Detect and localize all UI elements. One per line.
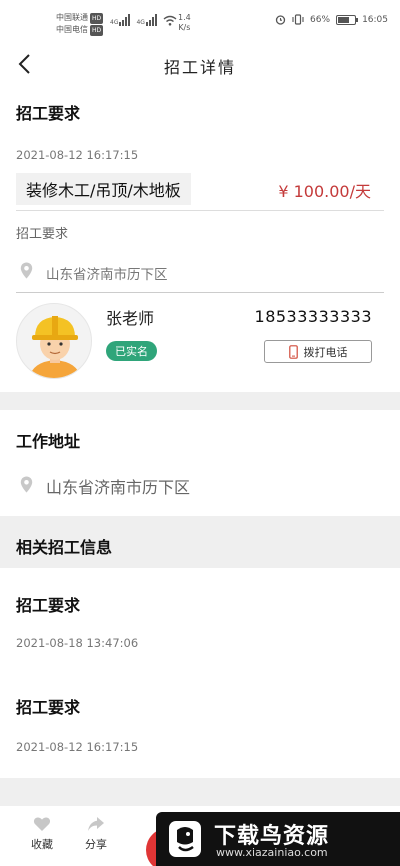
clock: 16:05 xyxy=(362,14,388,25)
list-item[interactable]: 招工要求 2021-08-18 13:47:06 xyxy=(0,568,400,668)
call-button[interactable]: 拨打电话 xyxy=(264,340,372,363)
network-type-2: 4G xyxy=(136,19,145,26)
location-pin-icon xyxy=(20,476,33,493)
network-speed: 1.4 K/s xyxy=(178,13,191,33)
battery-percent: 66% xyxy=(310,14,331,25)
job-category-tag: 装修木工/吊顶/木地板 xyxy=(16,173,191,205)
section-gap xyxy=(0,778,400,806)
work-address-title: 工作地址 xyxy=(16,432,81,451)
location-pin-icon xyxy=(20,262,33,279)
hd-badge-2: HD xyxy=(90,25,104,36)
contact-phone: 18533333333 xyxy=(254,307,372,326)
status-right: 66% 16:05 xyxy=(275,14,388,25)
share-button[interactable]: 分享 xyxy=(76,816,116,852)
related-item-date: 2021-08-12 16:17:15 xyxy=(16,740,139,754)
heart-icon xyxy=(33,817,51,831)
network-type-1: 4G xyxy=(110,19,119,26)
page-title: 招工详情 xyxy=(163,58,236,77)
call-button-label: 拨打电话 xyxy=(303,345,348,359)
share-icon xyxy=(88,817,104,831)
alarm-icon xyxy=(275,15,286,25)
bird-logo-icon xyxy=(169,821,201,857)
nav-bar: 招工详情 xyxy=(0,42,400,88)
signal-bars-1-icon xyxy=(119,14,131,26)
speed-unit: K/s xyxy=(178,23,191,32)
job-location: 山东省济南市历下区 xyxy=(46,267,168,283)
job-date: 2021-08-12 16:17:15 xyxy=(16,148,139,162)
wifi-icon xyxy=(163,15,177,26)
collect-button[interactable]: 收藏 xyxy=(22,816,62,852)
divider xyxy=(16,292,384,293)
phone-icon xyxy=(288,344,298,359)
carrier-1: 中国联通 xyxy=(56,13,88,22)
related-item-title: 招工要求 xyxy=(16,698,81,717)
carrier-2: 中国电信 xyxy=(56,25,88,34)
list-item[interactable]: 招工要求 2021-08-12 16:17:15 xyxy=(0,672,400,772)
divider xyxy=(16,210,384,211)
contact-name: 张老师 xyxy=(106,309,155,328)
carrier-info: 中国联通 HD 中国电信 HD xyxy=(56,12,104,36)
related-header-title: 相关招工信息 xyxy=(16,538,113,557)
worker-avatar-icon xyxy=(29,316,81,378)
job-price: ¥ 100.00/天 xyxy=(278,182,371,201)
collect-label: 收藏 xyxy=(31,838,53,851)
speed-value: 1.4 xyxy=(178,13,191,22)
battery-icon xyxy=(336,14,359,25)
work-address: 山东省济南市历下区 xyxy=(46,478,191,497)
share-label: 分享 xyxy=(85,838,107,851)
signal-indicators: 4G 4G xyxy=(110,14,177,26)
related-item-title: 招工要求 xyxy=(16,596,81,615)
status-bar: 中国联通 HD 中国电信 HD 4G 4G 1.4 K/s 66% 16:05 xyxy=(0,0,400,42)
requirement-label: 招工要求 xyxy=(16,227,69,242)
watermark: 下载鸟资源 www.xiazainiao.com xyxy=(156,812,400,866)
verified-badge: 已实名 xyxy=(106,341,157,361)
avatar xyxy=(16,303,92,379)
watermark-url: www.xiazainiao.com xyxy=(216,846,328,859)
vibrate-icon xyxy=(292,14,304,25)
signal-bars-2-icon xyxy=(145,14,157,26)
job-title: 招工要求 xyxy=(16,104,81,123)
hd-badge-1: HD xyxy=(90,13,104,24)
related-item-date: 2021-08-18 13:47:06 xyxy=(16,636,139,650)
section-gap xyxy=(0,392,400,410)
